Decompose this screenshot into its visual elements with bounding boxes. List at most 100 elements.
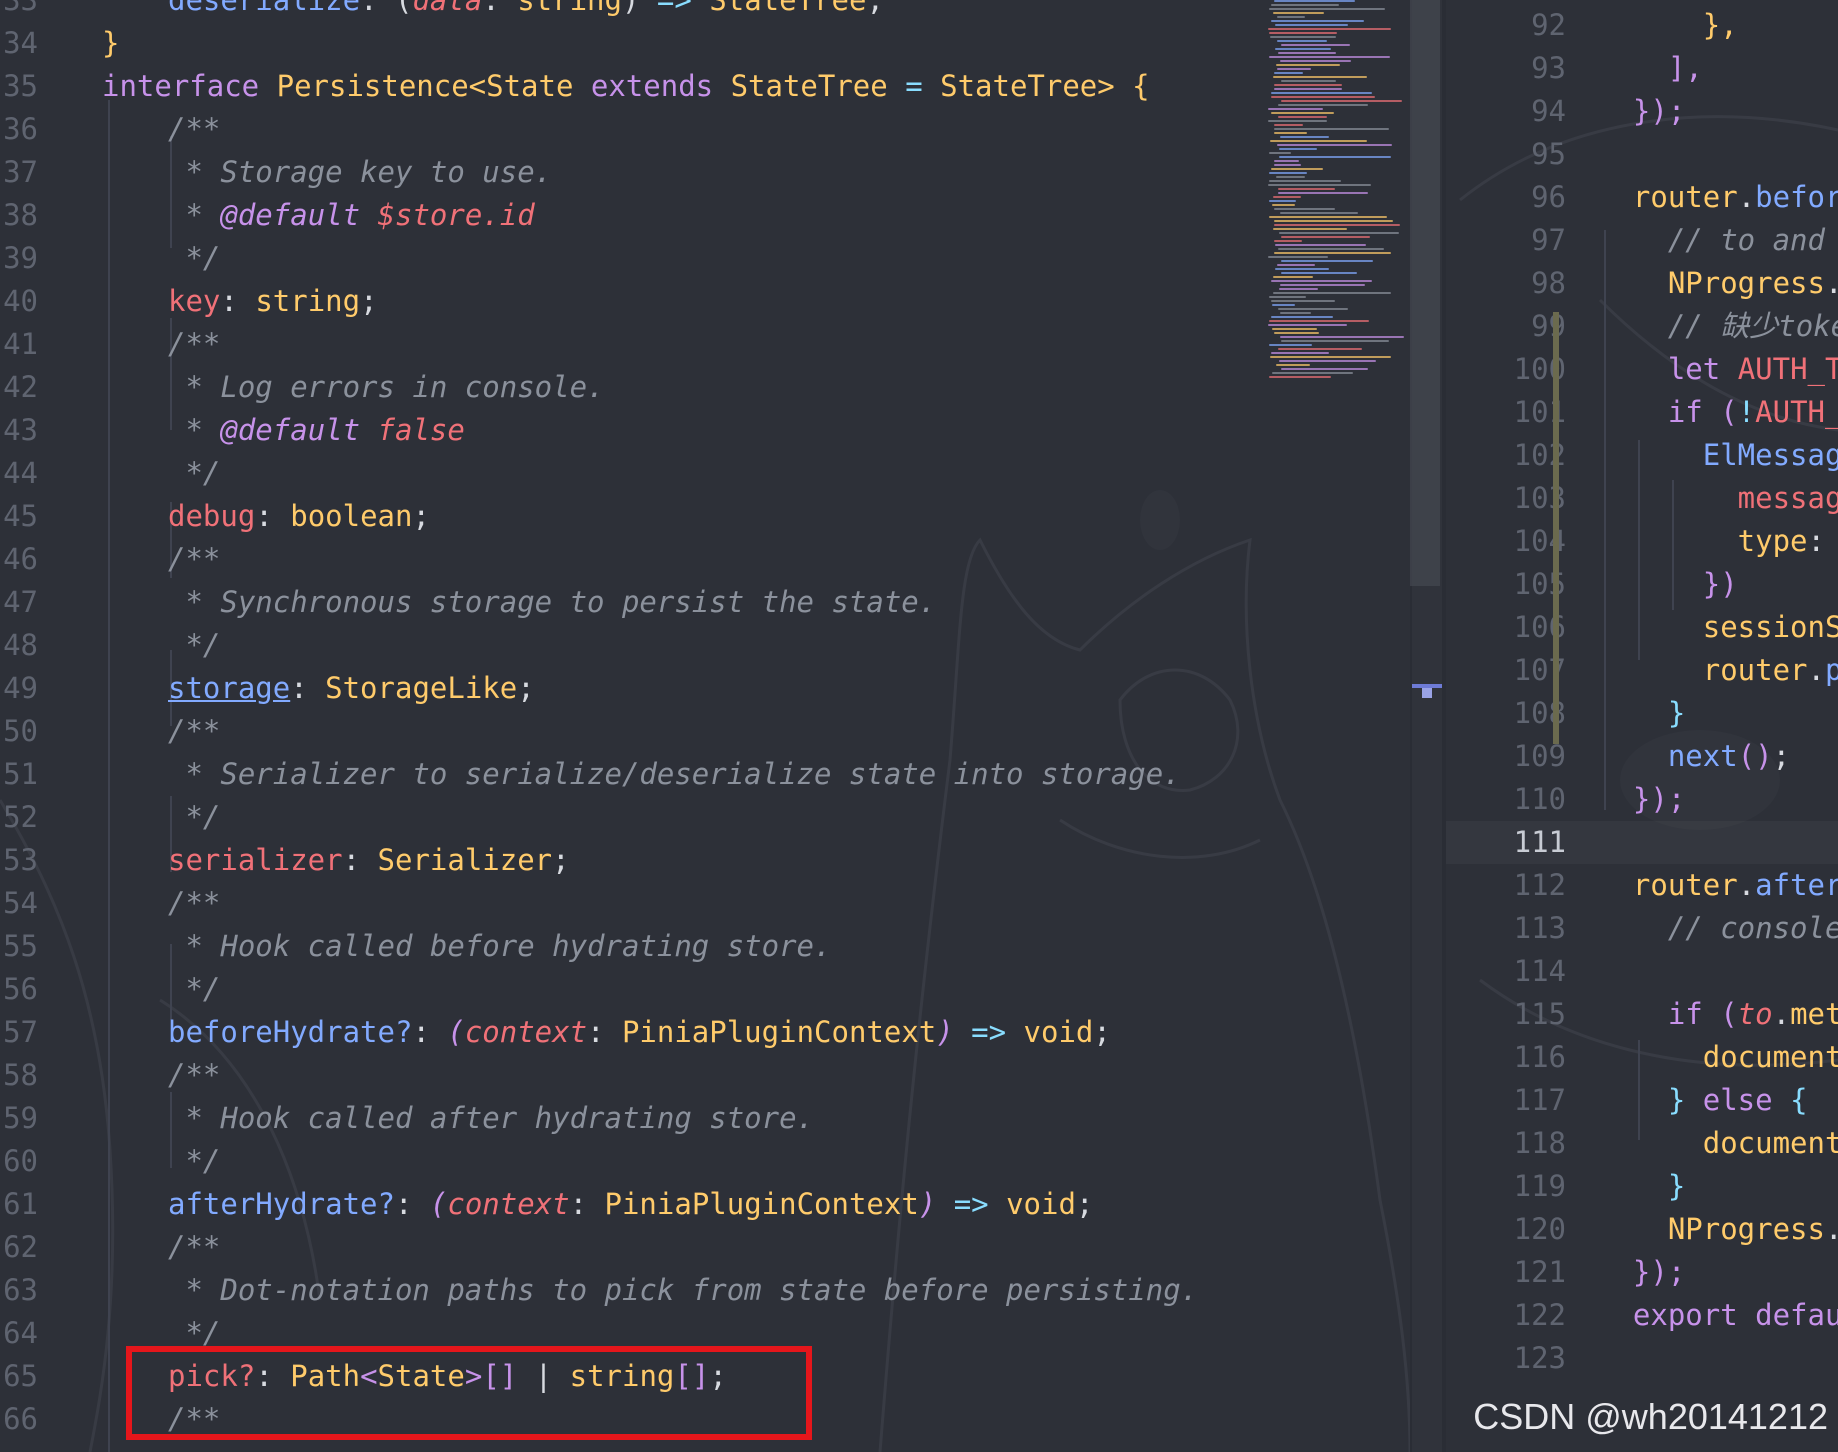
line-number[interactable]: 94 bbox=[1470, 90, 1566, 133]
code-line[interactable]: document.t bbox=[1598, 1122, 1838, 1165]
line-number[interactable]: 117 bbox=[1470, 1079, 1566, 1122]
line-number[interactable]: 109 bbox=[1470, 735, 1566, 778]
code-line[interactable]: */ bbox=[168, 1140, 220, 1183]
line-number[interactable]: 116 bbox=[1470, 1036, 1566, 1079]
code-line[interactable]: export default bbox=[1598, 1294, 1838, 1337]
right-editor-pane[interactable]: 92 93 94 95 96 97 98 99 100 101 102 103 104 105 106 107… bbox=[1446, 0, 1838, 1452]
line-number[interactable]: 108 bbox=[1470, 692, 1566, 735]
line-number[interactable]: 92 bbox=[1470, 4, 1566, 47]
line-number[interactable]: 61 bbox=[0, 1183, 38, 1226]
line-number[interactable]: 64 bbox=[0, 1312, 38, 1355]
code-line[interactable]: deserialize: (data: string) => StateTree… bbox=[168, 0, 884, 22]
code-line[interactable]: storage: StorageLike; bbox=[168, 667, 535, 710]
line-number[interactable]: 33 bbox=[0, 0, 38, 22]
code-line[interactable]: * Hook called before hydrating store. bbox=[168, 925, 831, 968]
code-line[interactable]: /** bbox=[168, 1054, 220, 1097]
code-line[interactable]: router.afterEa bbox=[1598, 864, 1838, 907]
line-number[interactable]: 93 bbox=[1470, 47, 1566, 90]
code-line[interactable]: /** bbox=[168, 1226, 220, 1269]
line-number[interactable]: 53 bbox=[0, 839, 38, 882]
code-line[interactable]: if (!AUTH_TO bbox=[1598, 391, 1838, 434]
line-number[interactable]: 42 bbox=[0, 366, 38, 409]
code-line[interactable]: */ bbox=[168, 237, 220, 280]
line-number[interactable]: 112 bbox=[1470, 864, 1566, 907]
code-line[interactable]: } bbox=[1598, 1165, 1685, 1208]
code-line[interactable]: // console.l bbox=[1598, 907, 1838, 950]
code-line[interactable]: sessionS bbox=[1598, 606, 1838, 649]
code-line[interactable]: next(); bbox=[1598, 735, 1790, 778]
code-line[interactable]: */ bbox=[168, 452, 220, 495]
line-number[interactable]: 63 bbox=[0, 1269, 38, 1312]
line-number[interactable]: 45 bbox=[0, 495, 38, 538]
code-line[interactable]: // to and fr bbox=[1598, 219, 1838, 262]
code-line[interactable]: /** bbox=[168, 108, 220, 151]
code-line[interactable]: */ bbox=[168, 968, 220, 1011]
line-number[interactable]: 60 bbox=[0, 1140, 38, 1183]
line-number[interactable]: 120 bbox=[1470, 1208, 1566, 1251]
code-line[interactable]: serializer: Serializer; bbox=[168, 839, 570, 882]
code-line[interactable]: }); bbox=[1598, 778, 1685, 821]
line-number[interactable]: 115 bbox=[1470, 993, 1566, 1036]
line-number[interactable]: 50 bbox=[0, 710, 38, 753]
code-line[interactable]: ], bbox=[1598, 47, 1703, 90]
line-number[interactable]: 98 bbox=[1470, 262, 1566, 305]
code-line[interactable]: }); bbox=[1598, 90, 1685, 133]
left-editor-pane[interactable]: 33 34 35 36 37 38 39 40 41 42 43 44 45 46 47 48 49 50 51 52… bbox=[0, 0, 1410, 1452]
code-line[interactable]: /** bbox=[168, 710, 220, 753]
code-line[interactable]: /** bbox=[168, 323, 220, 366]
line-number[interactable]: 59 bbox=[0, 1097, 38, 1140]
code-line[interactable]: } else { bbox=[1598, 1079, 1808, 1122]
line-number[interactable]: 121 bbox=[1470, 1251, 1566, 1294]
line-number[interactable]: 48 bbox=[0, 624, 38, 667]
code-line[interactable]: if (to.meta bbox=[1598, 993, 1838, 1036]
line-number[interactable]: 65 bbox=[0, 1355, 38, 1398]
line-number[interactable]: 49 bbox=[0, 667, 38, 710]
code-line[interactable]: let AUTH_TOK bbox=[1598, 348, 1838, 391]
line-number[interactable]: 103 bbox=[1470, 477, 1566, 520]
code-line[interactable]: afterHydrate?: (context: PiniaPluginCont… bbox=[168, 1183, 1093, 1226]
line-number[interactable]: 47 bbox=[0, 581, 38, 624]
line-number[interactable]: 106 bbox=[1470, 606, 1566, 649]
code-line[interactable]: router.p bbox=[1598, 649, 1838, 692]
code-line[interactable]: /** bbox=[168, 538, 220, 581]
line-number[interactable]: 41 bbox=[0, 323, 38, 366]
line-number[interactable]: 101 bbox=[1470, 391, 1566, 434]
code-line[interactable]: } bbox=[1598, 692, 1685, 735]
line-number[interactable]: 62 bbox=[0, 1226, 38, 1269]
line-number[interactable]: 57 bbox=[0, 1011, 38, 1054]
code-line[interactable]: * Log errors in console. bbox=[168, 366, 604, 409]
vcs-change-marker[interactable] bbox=[1553, 312, 1559, 744]
line-number[interactable]: 123 bbox=[1470, 1337, 1566, 1380]
line-number[interactable]: 99 bbox=[1470, 305, 1566, 348]
code-line[interactable]: } bbox=[102, 22, 119, 65]
code-line[interactable]: }); bbox=[1598, 1251, 1685, 1294]
line-number[interactable]: 107 bbox=[1470, 649, 1566, 692]
line-number[interactable]: 122 bbox=[1470, 1294, 1566, 1337]
code-line[interactable]: // 缺少token, bbox=[1598, 305, 1838, 348]
line-number[interactable]: 97 bbox=[1470, 219, 1566, 262]
line-number[interactable]: 104 bbox=[1470, 520, 1566, 563]
code-line[interactable]: }, bbox=[1598, 4, 1738, 47]
line-number[interactable]: 102 bbox=[1470, 434, 1566, 477]
code-line[interactable]: * Synchronous storage to persist the sta… bbox=[168, 581, 936, 624]
line-number[interactable]: 105 bbox=[1470, 563, 1566, 606]
line-number[interactable]: 37 bbox=[0, 151, 38, 194]
line-number[interactable]: 39 bbox=[0, 237, 38, 280]
code-line[interactable]: /** bbox=[168, 882, 220, 925]
minimap[interactable] bbox=[1262, 0, 1410, 390]
line-number[interactable]: 113 bbox=[1470, 907, 1566, 950]
line-number[interactable]: 35 bbox=[0, 65, 38, 108]
line-number[interactable]: 119 bbox=[1470, 1165, 1566, 1208]
code-line[interactable]: interface Persistence<State extends Stat… bbox=[102, 65, 1150, 108]
line-number[interactable]: 66 bbox=[0, 1398, 38, 1441]
code-line[interactable]: NProgress.do bbox=[1598, 1208, 1838, 1251]
line-number[interactable]: 36 bbox=[0, 108, 38, 151]
line-number[interactable]: 55 bbox=[0, 925, 38, 968]
code-line[interactable]: type: bbox=[1598, 520, 1838, 563]
code-line[interactable]: NProgress.st bbox=[1598, 262, 1838, 305]
line-number[interactable]: 58 bbox=[0, 1054, 38, 1097]
line-number[interactable]: 51 bbox=[0, 753, 38, 796]
code-line[interactable]: * @default $store.id bbox=[168, 194, 534, 237]
code-line[interactable]: messag bbox=[1598, 477, 1838, 520]
line-number[interactable]: 54 bbox=[0, 882, 38, 925]
